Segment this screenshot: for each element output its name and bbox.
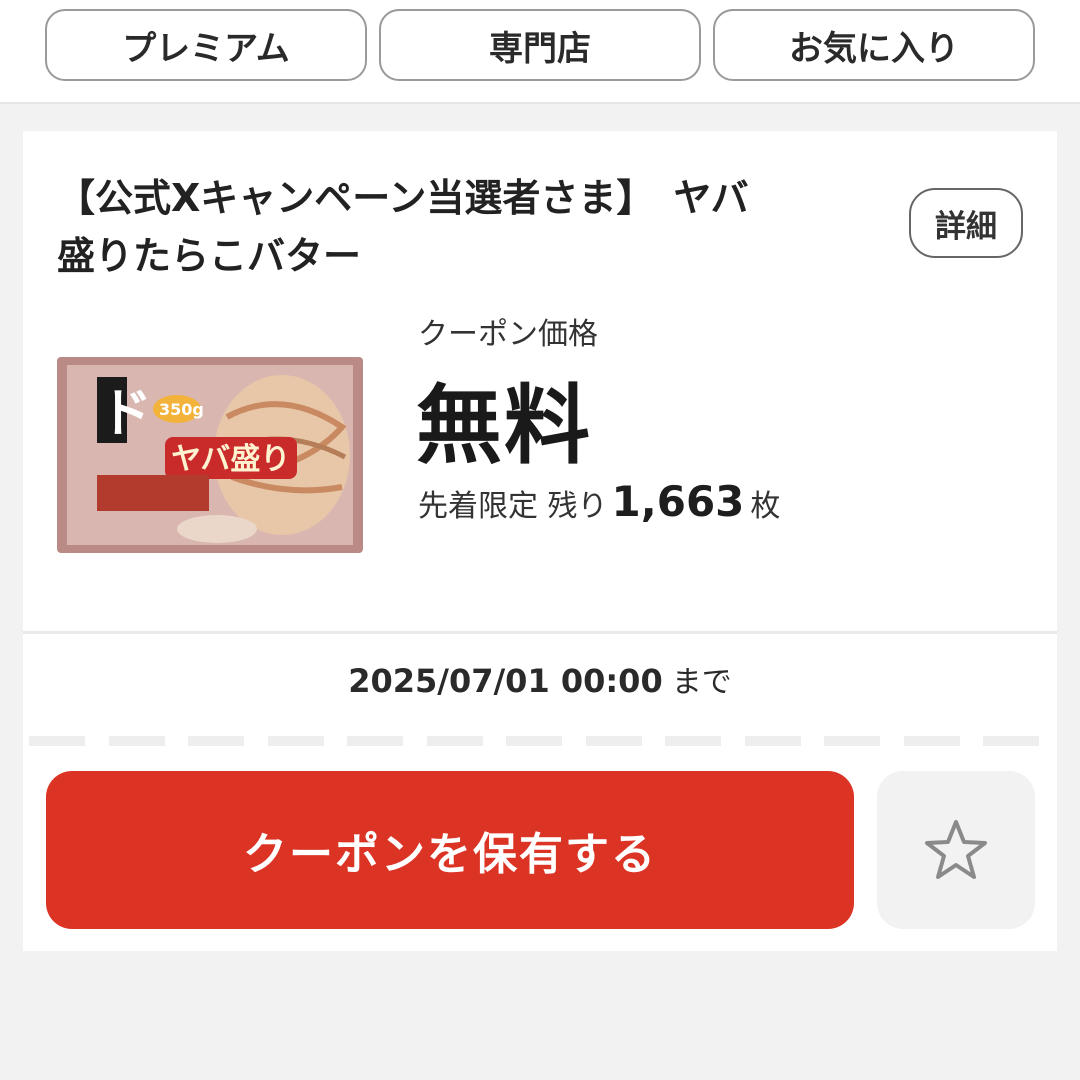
stock-remaining: 先着限定 残り 1,663 枚 (418, 477, 780, 526)
price-value: 無料 (416, 376, 592, 476)
price-label: クーポン価格 (418, 317, 598, 352)
coupon-title: 【公式Xキャンペーン当選者さま】 ヤバ 盛りたらこバター (57, 169, 857, 285)
star-outline-icon (925, 820, 987, 879)
brand-mark: ド (100, 384, 152, 444)
expiration: 2025/07/01 00:00 まで (23, 657, 1057, 701)
claim-coupon-button[interactable]: クーポンを保有する (46, 771, 854, 929)
coupon-title-line1: 【公式Xキャンペーン当選者さま】 ヤバ (57, 176, 749, 220)
coupon-card: 【公式Xキャンペーン当選者さま】 ヤバ 盛りたらこバター 詳細 ド 350g ヤ… (23, 131, 1057, 951)
detail-button[interactable]: 詳細 (909, 188, 1023, 258)
filter-favorites-button[interactable]: お気に入り (713, 9, 1035, 81)
filter-bar: プレミアム 専門店 お気に入り (0, 0, 1080, 104)
product-weight-badge: 350g (159, 400, 204, 419)
coupon-title-line2: 盛りたらこバター (57, 234, 362, 278)
product-name-print: ヤバ盛り (171, 442, 290, 477)
expiration-suffix: まで (671, 665, 732, 700)
perforation-divider (29, 736, 1039, 746)
stock-unit: 枚 (750, 489, 781, 524)
product-image: ド 350g ヤバ盛り (57, 357, 363, 553)
filter-premium-button[interactable]: プレミアム (45, 9, 367, 81)
stock-prefix: 先着限定 残り (418, 489, 608, 524)
expiration-date: 2025/07/01 00:00 (348, 662, 663, 700)
divider (23, 631, 1057, 634)
filter-specialty-store-button[interactable]: 専門店 (379, 9, 701, 81)
stock-count: 1,663 (611, 477, 745, 526)
favorite-button[interactable] (877, 771, 1035, 929)
